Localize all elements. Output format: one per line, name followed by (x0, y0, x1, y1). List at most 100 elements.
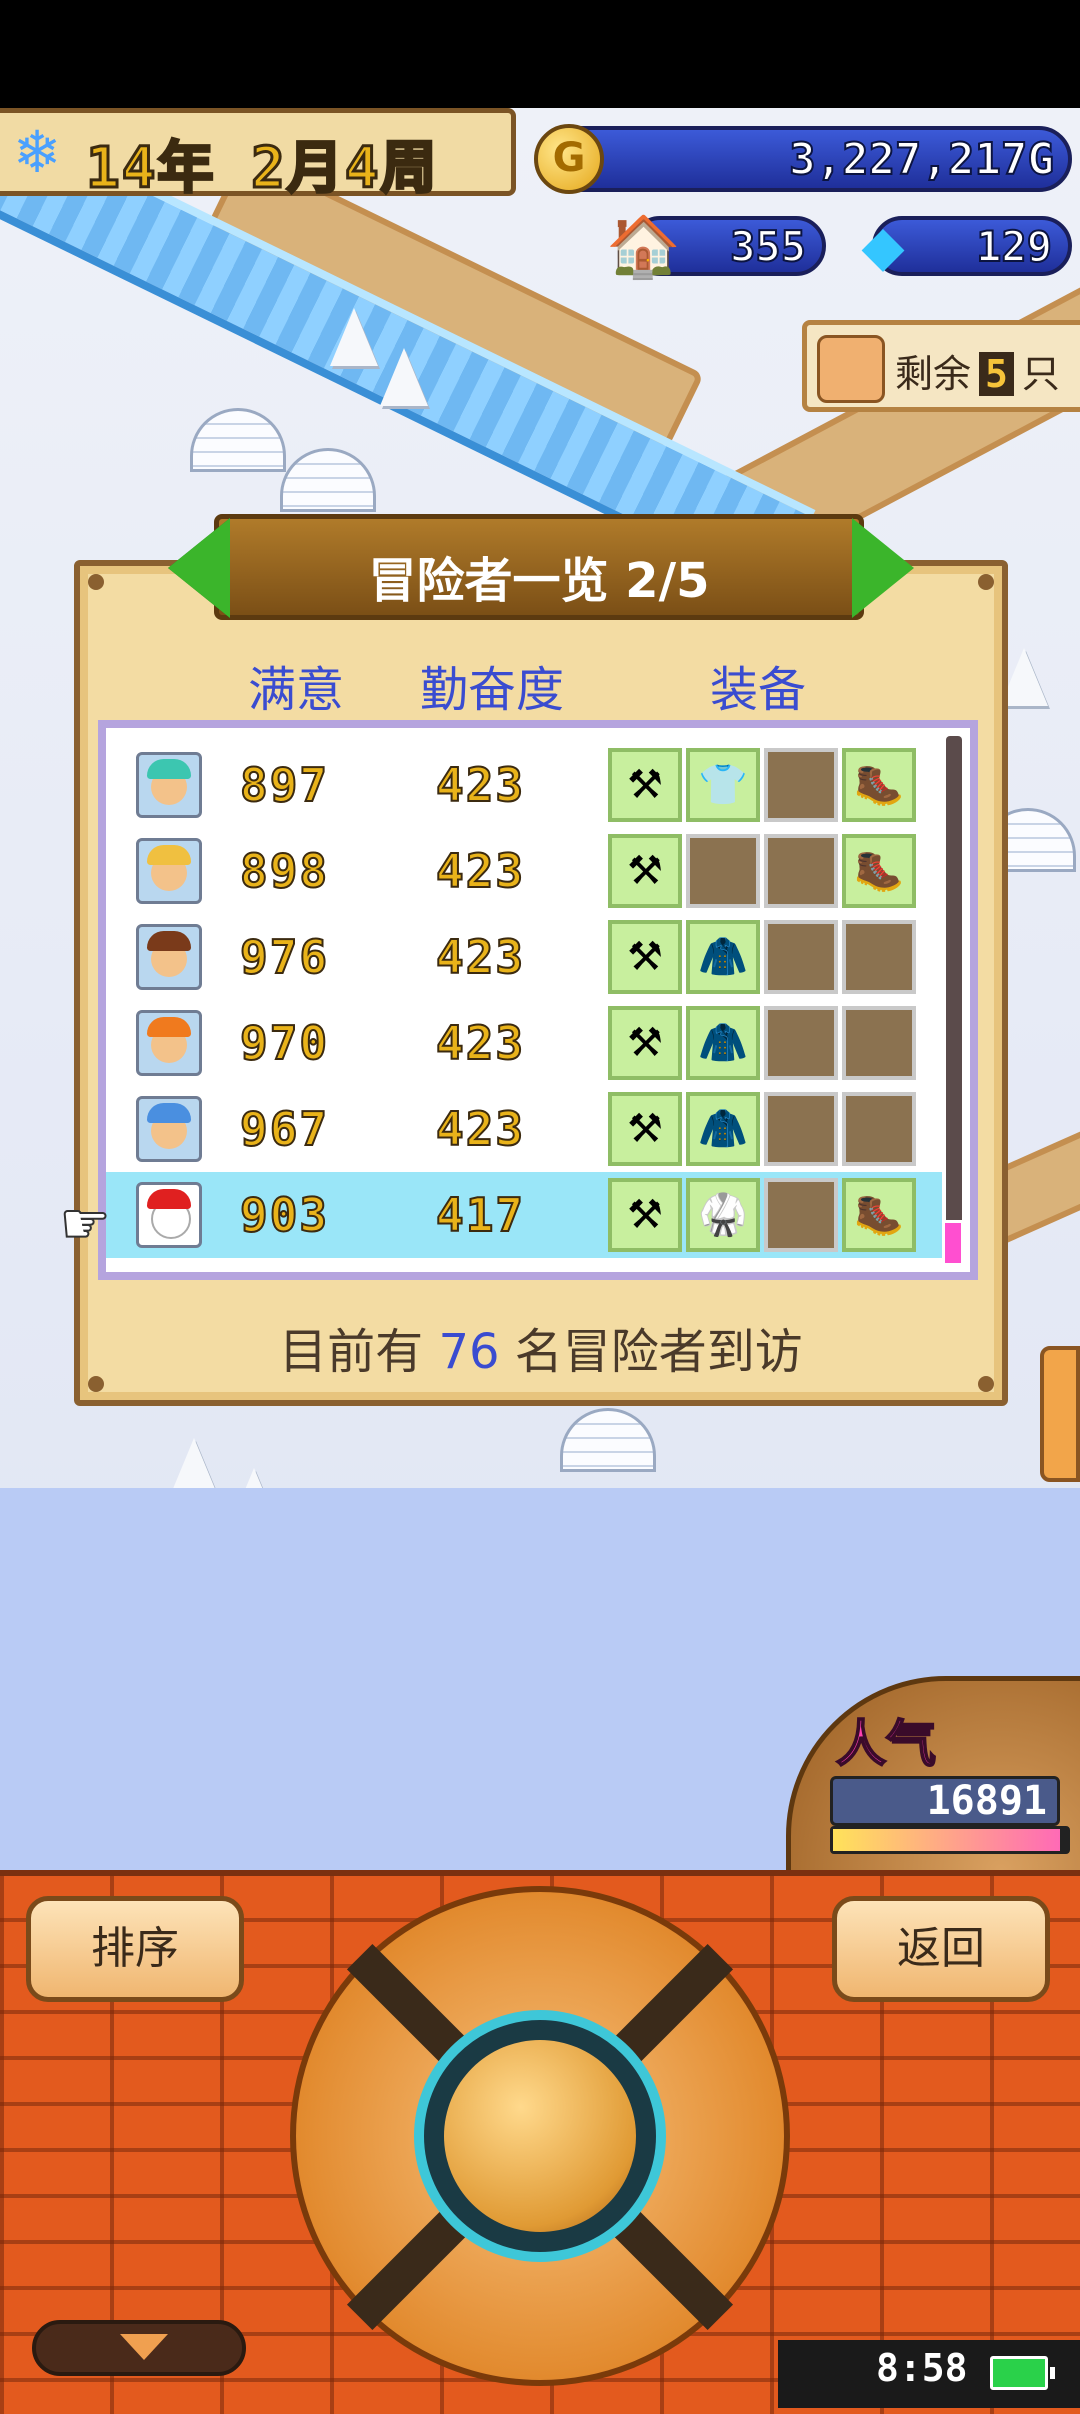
hand-pointer-icon: ☛ (59, 1191, 111, 1258)
empty-slot[interactable] (764, 1178, 838, 1252)
snowflake-icon: ❄ (12, 118, 62, 186)
header-diligence[interactable]: 勤奋度 (420, 650, 564, 720)
adventurer-row[interactable]: 897 423 ⚒ 👕 🥾 (106, 742, 942, 828)
empty-slot[interactable] (842, 1092, 916, 1166)
battery-icon (990, 2356, 1055, 2390)
popularity-bar-fill (833, 1829, 1060, 1851)
adventurer-list[interactable]: 897 423 ⚒ 👕 🥾 898 423 ⚒ 🥾 976 423 ⚒ 🧥 97… (98, 720, 978, 1280)
list-scrollbar[interactable] (946, 736, 962, 1262)
monster-icon (817, 335, 885, 403)
satisfaction-value: 897 (239, 757, 330, 813)
remaining-unit: 只 (1021, 352, 1060, 396)
panel-title-banner: 冒险者一览 2/5 (214, 514, 864, 620)
prev-page-arrow-icon[interactable] (168, 518, 230, 618)
visitor-count-text: 目前有 76 名冒险者到访 (74, 1312, 1008, 1382)
chevron-down-icon (120, 2334, 168, 2360)
gold-display: 3,227,217G (536, 126, 1072, 192)
side-menu-tab[interactable] (1040, 1346, 1080, 1482)
remaining-box[interactable]: 剩余 5 只 (802, 320, 1080, 412)
population-value: 355 (729, 221, 807, 272)
adventurer-row[interactable]: 970 423 ⚒ 🧥 (106, 1000, 942, 1086)
boots-icon[interactable]: 🥾 (842, 748, 916, 822)
satisfaction-value: 903 (239, 1187, 330, 1243)
axe-icon[interactable]: ⚒ (608, 748, 682, 822)
satisfaction-value: 976 (239, 929, 330, 985)
empty-slot[interactable] (764, 920, 838, 994)
leather-armor-icon[interactable]: 🧥 (686, 1006, 760, 1080)
confirm-button[interactable] (444, 2040, 636, 2232)
satisfaction-value: 898 (239, 843, 330, 899)
diligence-value: 423 (435, 1101, 526, 1157)
popularity-value: 16891 (830, 1776, 1060, 1826)
avatar-hat (147, 1103, 191, 1123)
empty-slot[interactable] (764, 1006, 838, 1080)
empty-slot[interactable] (764, 1092, 838, 1166)
satisfaction-value: 970 (239, 1015, 330, 1071)
direction-pad[interactable] (290, 1886, 790, 2386)
crystal-icon: ◆ (861, 214, 905, 279)
adventurer-row[interactable]: 898 423 ⚒ 🥾 (106, 828, 942, 914)
boots-icon[interactable]: 🥾 (842, 1178, 916, 1252)
diligence-value: 423 (435, 843, 526, 899)
leather-armor-icon[interactable]: 🧥 (686, 920, 760, 994)
header-satisfaction[interactable]: 满意 (248, 650, 344, 720)
green-armor-icon[interactable]: 🥋 (686, 1178, 760, 1252)
gold-amount: 3,227,217G (788, 133, 1055, 186)
adventurer-avatar (136, 924, 202, 990)
panel-title: 冒险者一览 2/5 (368, 553, 710, 609)
empty-slot[interactable] (686, 834, 760, 908)
snow-tree (380, 348, 428, 406)
empty-slot[interactable] (764, 834, 838, 908)
remaining-text: 剩余 5 只 (895, 343, 1060, 398)
date-display: ❄ 14年 2月4周 (0, 108, 516, 203)
diligence-value: 417 (435, 1187, 526, 1243)
empty-slot[interactable] (842, 1006, 916, 1080)
diligence-value: 423 (435, 757, 526, 813)
remaining-count: 5 (979, 352, 1014, 396)
empty-slot[interactable] (842, 920, 916, 994)
house-icon: 🏠 (606, 212, 681, 282)
light-armor-icon[interactable]: 👕 (686, 748, 760, 822)
axe-icon[interactable]: ⚒ (608, 920, 682, 994)
sort-button[interactable]: 排序 (26, 1896, 244, 2002)
avatar-hat (147, 759, 191, 779)
status-bar-top (0, 0, 1080, 108)
collapse-button[interactable] (32, 2320, 246, 2376)
avatar-hat (147, 1189, 191, 1209)
boots-icon[interactable]: 🥾 (842, 834, 916, 908)
crystal-value: 129 (975, 221, 1053, 272)
list-scroll-thumb[interactable] (942, 1220, 964, 1266)
popularity-bar (830, 1826, 1070, 1854)
adventurer-row-selected[interactable]: 903 417 ⚒ 🥋 🥾 (106, 1172, 942, 1258)
adventurer-avatar (136, 752, 202, 818)
popularity-label: 人气 (835, 1714, 937, 1774)
axe-icon[interactable]: ⚒ (608, 1178, 682, 1252)
igloo (190, 408, 286, 472)
visitor-count: 76 (438, 1324, 500, 1380)
diligence-value: 423 (435, 1015, 526, 1071)
satisfaction-value: 967 (239, 1101, 330, 1157)
avatar-hat (147, 845, 191, 865)
axe-icon[interactable]: ⚒ (608, 834, 682, 908)
panel-bolt (978, 574, 994, 590)
adventurer-row[interactable]: 967 423 ⚒ 🧥 (106, 1086, 942, 1172)
snow-tree (330, 308, 378, 366)
avatar-hat (147, 931, 191, 951)
next-page-arrow-icon[interactable] (852, 518, 914, 618)
status-area: 8:58 (778, 2340, 1080, 2408)
adventurer-avatar (136, 1096, 202, 1162)
visitor-suffix: 名冒险者到访 (514, 1324, 803, 1380)
axe-icon[interactable]: ⚒ (608, 1092, 682, 1166)
adventurer-avatar (136, 1182, 202, 1248)
axe-icon[interactable]: ⚒ (608, 1006, 682, 1080)
back-button[interactable]: 返回 (832, 1896, 1050, 2002)
avatar-hat (147, 1017, 191, 1037)
diligence-value: 423 (435, 929, 526, 985)
panel-bolt (88, 574, 104, 590)
empty-slot[interactable] (764, 748, 838, 822)
adventurer-avatar (136, 1010, 202, 1076)
header-equipment[interactable]: 装备 (710, 650, 806, 720)
adventurer-avatar (136, 838, 202, 904)
leather-armor-icon[interactable]: 🧥 (686, 1092, 760, 1166)
adventurer-row[interactable]: 976 423 ⚒ 🧥 (106, 914, 942, 1000)
